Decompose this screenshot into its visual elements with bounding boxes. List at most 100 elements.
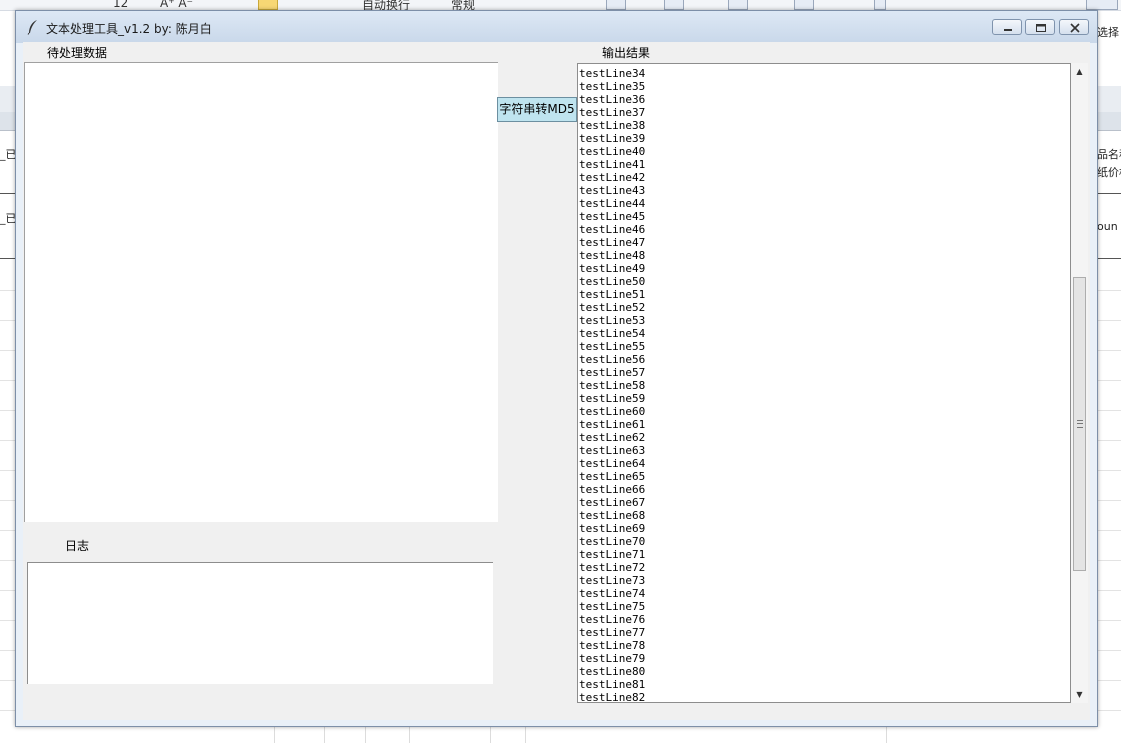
minimize-button[interactable] <box>992 19 1022 35</box>
output-line: testLine34 <box>579 67 646 80</box>
title-bar[interactable]: 文本处理工具_v1.2 by: 陈月白 <box>16 11 1097 43</box>
output-line: testLine57 <box>579 366 646 379</box>
background-gridline <box>324 727 325 743</box>
output-line: testLine75 <box>579 600 646 613</box>
delete-icon[interactable] <box>874 0 886 10</box>
close-icon <box>1070 23 1080 33</box>
output-line: testLine79 <box>579 652 646 665</box>
output-lines: testLine34 testLine35 testLine36 testLine37… <box>579 67 646 703</box>
output-line: testLine66 <box>579 483 646 496</box>
background-gridline <box>1098 193 1121 194</box>
output-line: testLine42 <box>579 171 646 184</box>
output-line: testLine51 <box>579 288 646 301</box>
output-line: testLine48 <box>579 249 646 262</box>
output-line: testLine69 <box>579 522 646 535</box>
input-label: 待处理数据 <box>47 46 108 60</box>
output-line: testLine37 <box>579 106 646 119</box>
output-line: testLine60 <box>579 405 646 418</box>
output-line: testLine52 <box>579 301 646 314</box>
table-icon[interactable] <box>664 0 684 10</box>
output-textarea[interactable]: testLine34 testLine35 testLine36 testLine37… <box>577 63 1071 703</box>
output-line: testLine67 <box>579 496 646 509</box>
output-line: testLine59 <box>579 392 646 405</box>
background-gridline <box>0 193 15 194</box>
output-line: testLine53 <box>579 314 646 327</box>
insert-icon[interactable] <box>794 0 814 10</box>
maximize-button[interactable] <box>1025 19 1055 35</box>
font-size-box[interactable]: 12 <box>113 0 128 10</box>
background-select-text: 选择 <box>1097 26 1119 39</box>
background-cell-fragment: oun <box>1097 220 1118 233</box>
output-line: testLine43 <box>579 184 646 197</box>
background-gridline <box>365 727 366 743</box>
output-line: testLine74 <box>579 587 646 600</box>
output-line: testLine35 <box>579 80 646 93</box>
output-line: testLine62 <box>579 431 646 444</box>
scroll-thumb[interactable] <box>1073 277 1086 571</box>
background-gridline <box>1098 258 1121 259</box>
output-line: testLine56 <box>579 353 646 366</box>
background-gridline <box>886 727 887 743</box>
window-title: 文本处理工具_v1.2 by: 陈月白 <box>46 22 212 36</box>
output-scrollbar[interactable]: ▲ ▼ <box>1071 63 1088 703</box>
output-line: testLine41 <box>579 158 646 171</box>
format-icon[interactable] <box>606 0 626 10</box>
output-line: testLine58 <box>579 379 646 392</box>
output-line: testLine45 <box>579 210 646 223</box>
scroll-down-icon[interactable]: ▼ <box>1071 686 1088 703</box>
background-column-header-right <box>1097 112 1121 131</box>
output-line: testLine78 <box>579 639 646 652</box>
output-line: testLine50 <box>579 275 646 288</box>
output-line: testLine73 <box>579 574 646 587</box>
output-line: testLine68 <box>579 509 646 522</box>
output-line: testLine82 <box>579 691 646 703</box>
minimize-icon <box>1004 29 1012 31</box>
log-textarea[interactable] <box>27 562 493 684</box>
output-line: testLine55 <box>579 340 646 353</box>
output-line: testLine47 <box>579 236 646 249</box>
client-area: 待处理数据 输出结果 字符串转MD5 日志 testLine34 testLine… <box>23 42 1090 720</box>
output-line: testLine64 <box>579 457 646 470</box>
output-line: testLine72 <box>579 561 646 574</box>
background-cell-fragment: 纸价格 <box>1097 166 1121 179</box>
output-line: testLine61 <box>579 418 646 431</box>
font-grow-shrink-buttons[interactable]: A⁺ A⁻ <box>160 0 193 10</box>
maximize-icon <box>1036 24 1046 32</box>
output-line: testLine39 <box>579 132 646 145</box>
feather-icon <box>27 20 37 35</box>
output-line: testLine76 <box>579 613 646 626</box>
background-row-header-left <box>0 112 16 131</box>
scroll-up-icon[interactable]: ▲ <box>1071 63 1088 80</box>
background-formula-bar-right <box>1097 86 1121 113</box>
background-cell-fragment: 品名称 <box>1097 148 1121 161</box>
find-icon[interactable] <box>1086 0 1118 10</box>
background-gridline <box>409 727 410 743</box>
background-gridline <box>274 727 275 743</box>
output-line: testLine36 <box>579 93 646 106</box>
background-gridline <box>0 258 15 259</box>
output-line: testLine44 <box>579 197 646 210</box>
output-line: testLine40 <box>579 145 646 158</box>
text-tool-window: 文本处理工具_v1.2 by: 陈月白 待处理数据 输出结果 字符串转MD5 日… <box>15 10 1098 727</box>
background-gridline <box>525 727 526 743</box>
log-label: 日志 <box>65 539 90 553</box>
output-line: testLine54 <box>579 327 646 340</box>
close-button[interactable] <box>1059 19 1089 35</box>
output-line: testLine70 <box>579 535 646 548</box>
style-icon[interactable] <box>728 0 748 10</box>
output-line: testLine63 <box>579 444 646 457</box>
output-label: 输出结果 <box>602 46 651 60</box>
output-line: testLine49 <box>579 262 646 275</box>
highlight-icon[interactable] <box>258 0 278 10</box>
output-line: testLine65 <box>579 470 646 483</box>
output-line: testLine38 <box>579 119 646 132</box>
output-line: testLine46 <box>579 223 646 236</box>
output-line: testLine77 <box>579 626 646 639</box>
md5-convert-button[interactable]: 字符串转MD5 <box>497 97 577 122</box>
background-gridline <box>490 727 491 743</box>
output-line: testLine81 <box>579 678 646 691</box>
input-textarea[interactable] <box>24 62 498 522</box>
background-formula-bar-left <box>0 86 16 113</box>
output-line: testLine71 <box>579 548 646 561</box>
output-line: testLine80 <box>579 665 646 678</box>
